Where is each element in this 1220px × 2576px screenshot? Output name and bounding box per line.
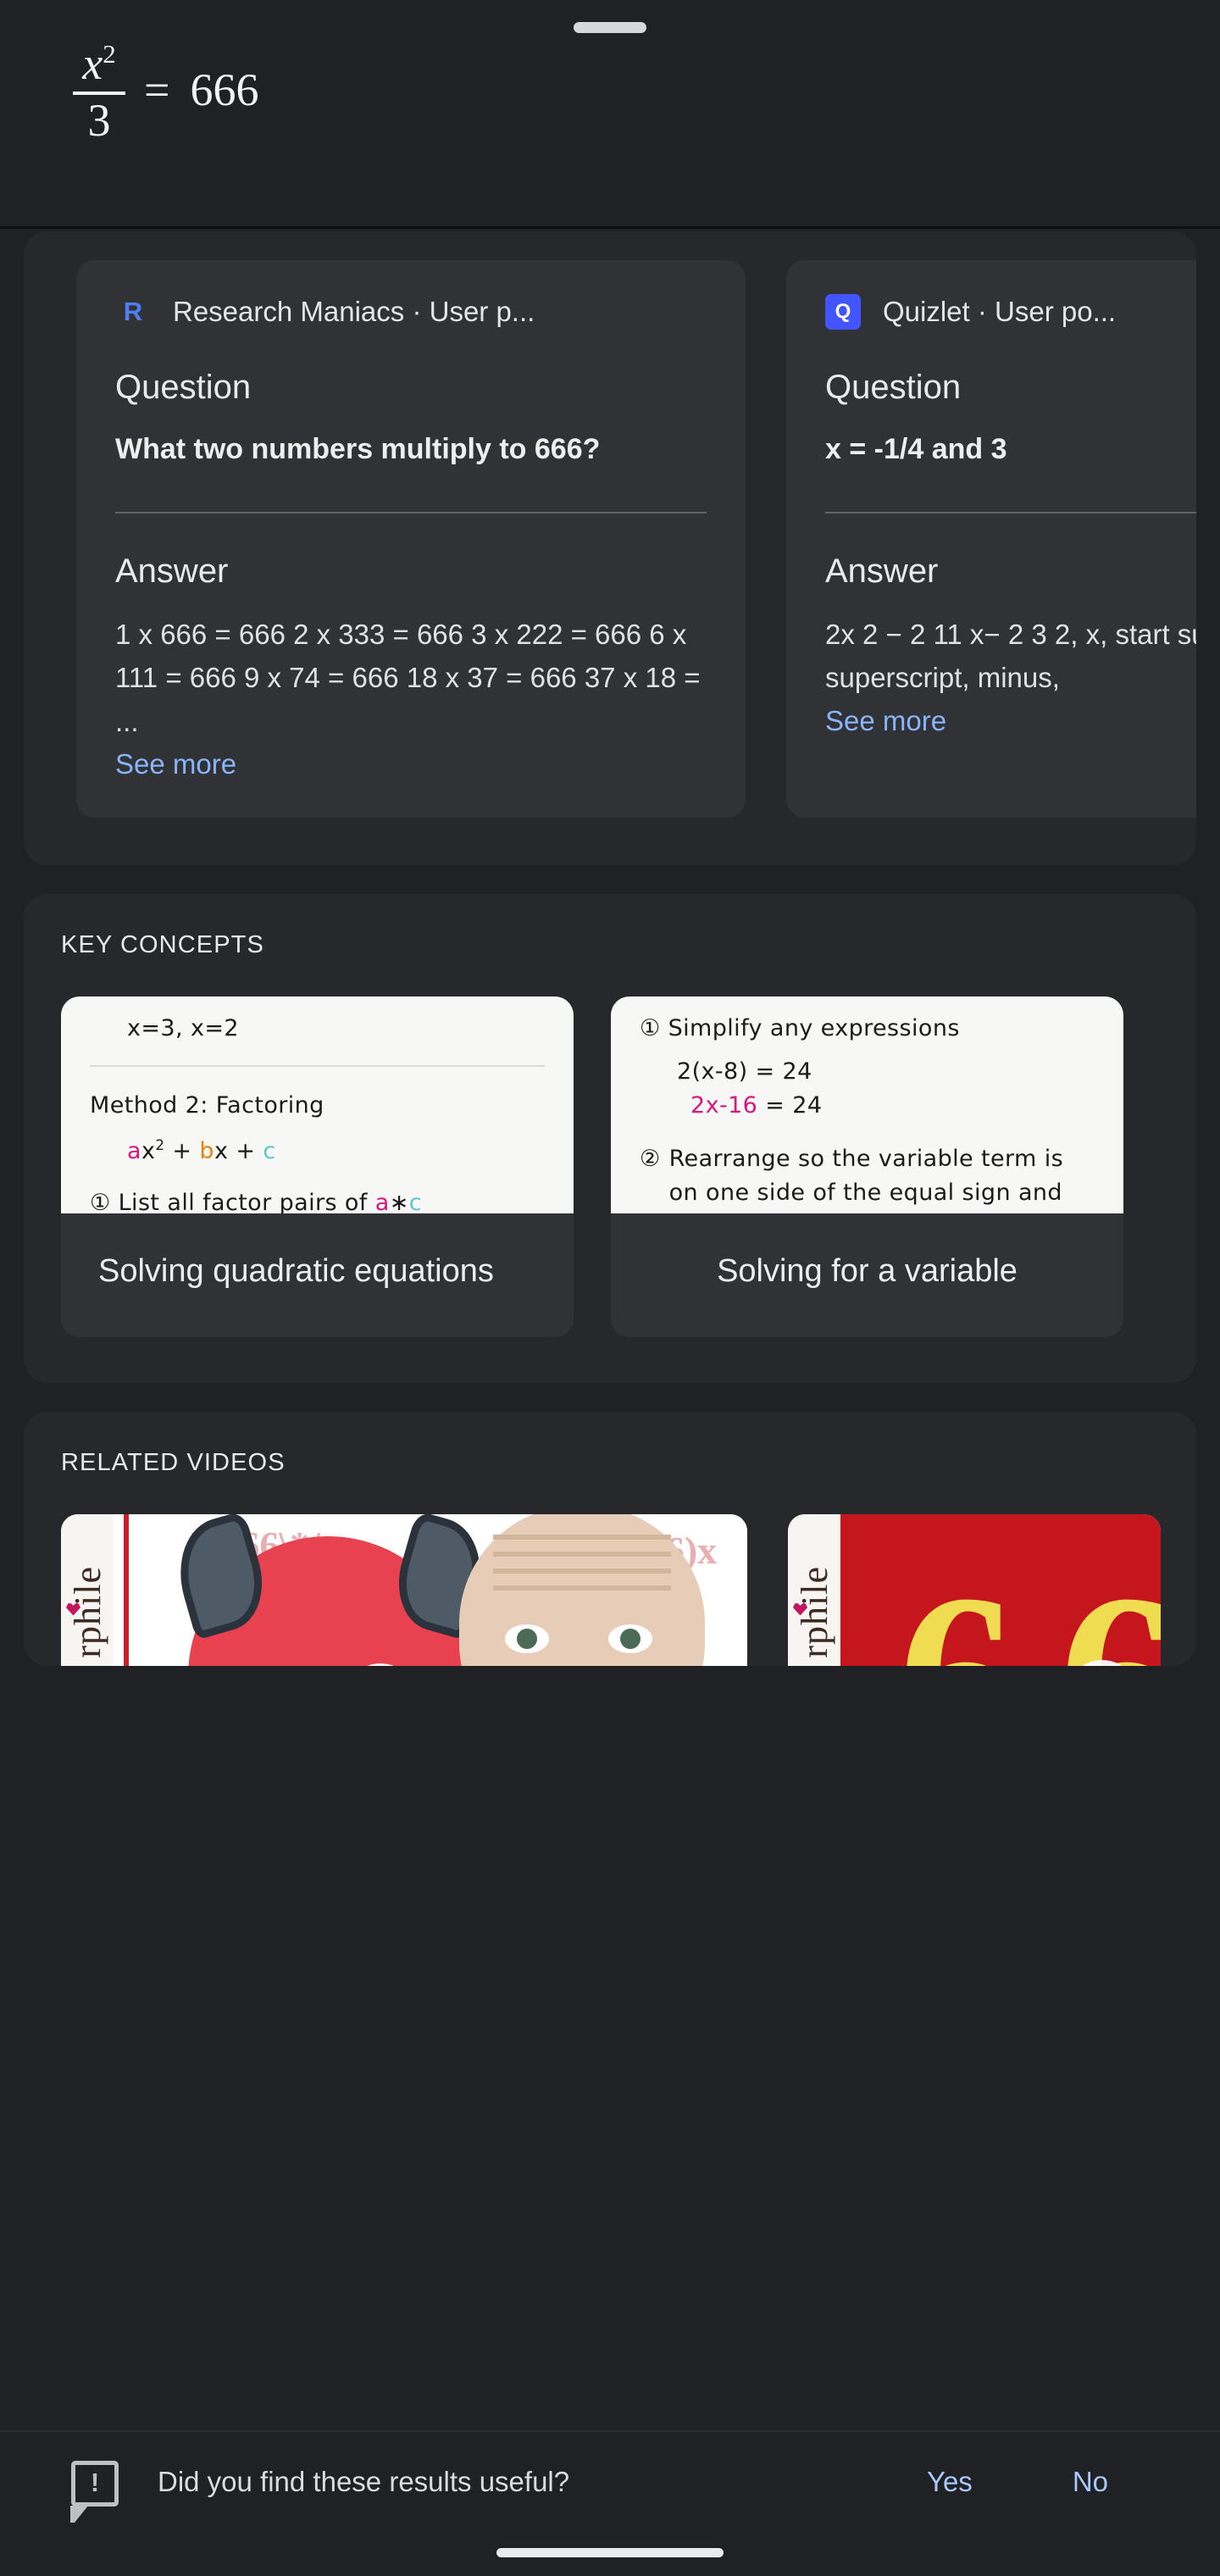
key-concept-card[interactable]: x=3, x=2 Method 2: Factoring ax2 + bx + … xyxy=(61,997,574,1338)
video-thumbnail[interactable]: 6 6 rphile xyxy=(788,1514,1161,1667)
results-scroll-area[interactable]: R Research Maniacs · User p... Question … xyxy=(0,231,1220,2430)
feedback-bar: ! Did you find these results useful? Yes… xyxy=(0,2430,1220,2576)
research-maniacs-icon: R xyxy=(123,297,143,326)
key-concepts-row[interactable]: x=3, x=2 Method 2: Factoring ax2 + bx + … xyxy=(24,997,1196,1338)
key-concept-caption: Solving for a variable xyxy=(717,1253,1018,1290)
thumb-formula: ax2 + bx + c xyxy=(127,1136,276,1165)
thumb-step-1: ① List all factor pairs of a∗c xyxy=(90,1189,422,1214)
video-thumbnail[interactable]: !*666\*/ (1‒ 6)x \o*' xyxy=(61,1514,747,1667)
math-equation: x2 3 = 666 xyxy=(73,41,258,145)
feedback-prompt: Did you find these results useful? xyxy=(158,2466,570,2497)
see-more-link[interactable]: See more xyxy=(825,705,946,737)
key-concept-caption: Solving quadratic equations xyxy=(98,1253,494,1290)
related-videos-section: RELATED VIDEOS !*666\*/ (1‒ 6)x \o*' xyxy=(24,1412,1196,1667)
feedback-actions: Yes No xyxy=(927,2466,1108,2498)
app-screen: x2 3 = 666 R Research Maniacs · User p..… xyxy=(0,0,1220,2576)
equation-header: x2 3 = 666 xyxy=(0,0,1220,229)
key-concepts-title: KEY CONCEPTS xyxy=(61,931,264,959)
question-text: What two numbers multiply to 666? xyxy=(115,433,601,465)
answer-text: 2x 2 − 2 11 x− 2 3 2, x, start superscri… xyxy=(825,618,1196,694)
fraction-denominator: 3 xyxy=(87,95,111,146)
video-thumb-redline xyxy=(124,1514,129,1667)
question-text: x = -1/4 and 3 xyxy=(825,433,1007,465)
answer-text: 1 x 666 = 666 2 x 333 = 666 3 x 222 = 66… xyxy=(115,618,701,737)
thumb-step-1: ① Simplify any expressions xyxy=(640,1015,960,1042)
fraction-numerator: x2 xyxy=(82,38,116,89)
thumb-equation-1: 2(x-8) = 24 xyxy=(677,1058,812,1085)
sources-section: R Research Maniacs · User p... Question … xyxy=(24,231,1196,866)
quizlet-icon: Q xyxy=(825,294,861,330)
thumb-method-title: Method 2: Factoring xyxy=(90,1091,324,1119)
card-divider xyxy=(825,511,1196,514)
thumb-divider xyxy=(90,1064,545,1067)
source-header: Q Quizlet · User po... xyxy=(825,294,1196,330)
question-label: Question xyxy=(115,369,252,406)
digit-six-graphic: 6 xyxy=(898,1558,1017,1667)
source-name: Quizlet · User po... xyxy=(883,296,1117,327)
digit-six-graphic: 6 xyxy=(1059,1558,1161,1667)
channel-spine: rphile xyxy=(61,1514,114,1667)
source-header: R Research Maniacs · User p... xyxy=(115,294,707,330)
related-videos-title: RELATED VIDEOS xyxy=(61,1449,286,1477)
man-face-graphic xyxy=(459,1514,705,1667)
feedback-yes-button[interactable]: Yes xyxy=(927,2466,973,2498)
source-card[interactable]: Q Quizlet · User po... Question x = -1/4… xyxy=(786,260,1196,819)
source-card[interactable]: R Research Maniacs · User p... Question … xyxy=(76,260,746,819)
key-concept-thumbnail: ① Simplify any expressions 2(x-8) = 24 2… xyxy=(611,997,1123,1214)
key-concept-thumbnail: x=3, x=2 Method 2: Factoring ax2 + bx + … xyxy=(61,997,574,1214)
source-name: Research Maniacs · User p... xyxy=(173,296,535,327)
thumb-equation-2: 2x-16 = 24 xyxy=(690,1092,823,1119)
fraction: x2 3 xyxy=(73,41,125,145)
channel-spine: rphile xyxy=(788,1514,840,1667)
thumb-step-2: ② Rearrange so the variable term is on o… xyxy=(640,1145,1064,1207)
equals-sign: = xyxy=(144,64,170,116)
answer-label: Answer xyxy=(825,552,939,590)
card-divider xyxy=(115,511,707,514)
source-cards-row[interactable]: R Research Maniacs · User p... Question … xyxy=(24,260,1196,819)
question-label: Question xyxy=(825,369,962,406)
answer-label: Answer xyxy=(115,552,229,590)
thumb-line-top: x=3, x=2 xyxy=(127,1015,239,1042)
feedback-no-button[interactable]: No xyxy=(1073,2466,1108,2498)
see-more-link[interactable]: See more xyxy=(115,748,236,780)
key-concepts-section: KEY CONCEPTS x=3, x=2 Method 2: Factorin… xyxy=(24,894,1196,1384)
sheet-drag-handle[interactable] xyxy=(574,22,646,33)
home-indicator[interactable] xyxy=(496,2548,724,2557)
equation-result: 666 xyxy=(190,64,259,116)
key-concept-card[interactable]: ① Simplify any expressions 2(x-8) = 24 2… xyxy=(611,997,1123,1338)
related-videos-row[interactable]: !*666\*/ (1‒ 6)x \o*' xyxy=(24,1514,1196,1667)
feedback-bubble-icon: ! xyxy=(70,2461,119,2523)
